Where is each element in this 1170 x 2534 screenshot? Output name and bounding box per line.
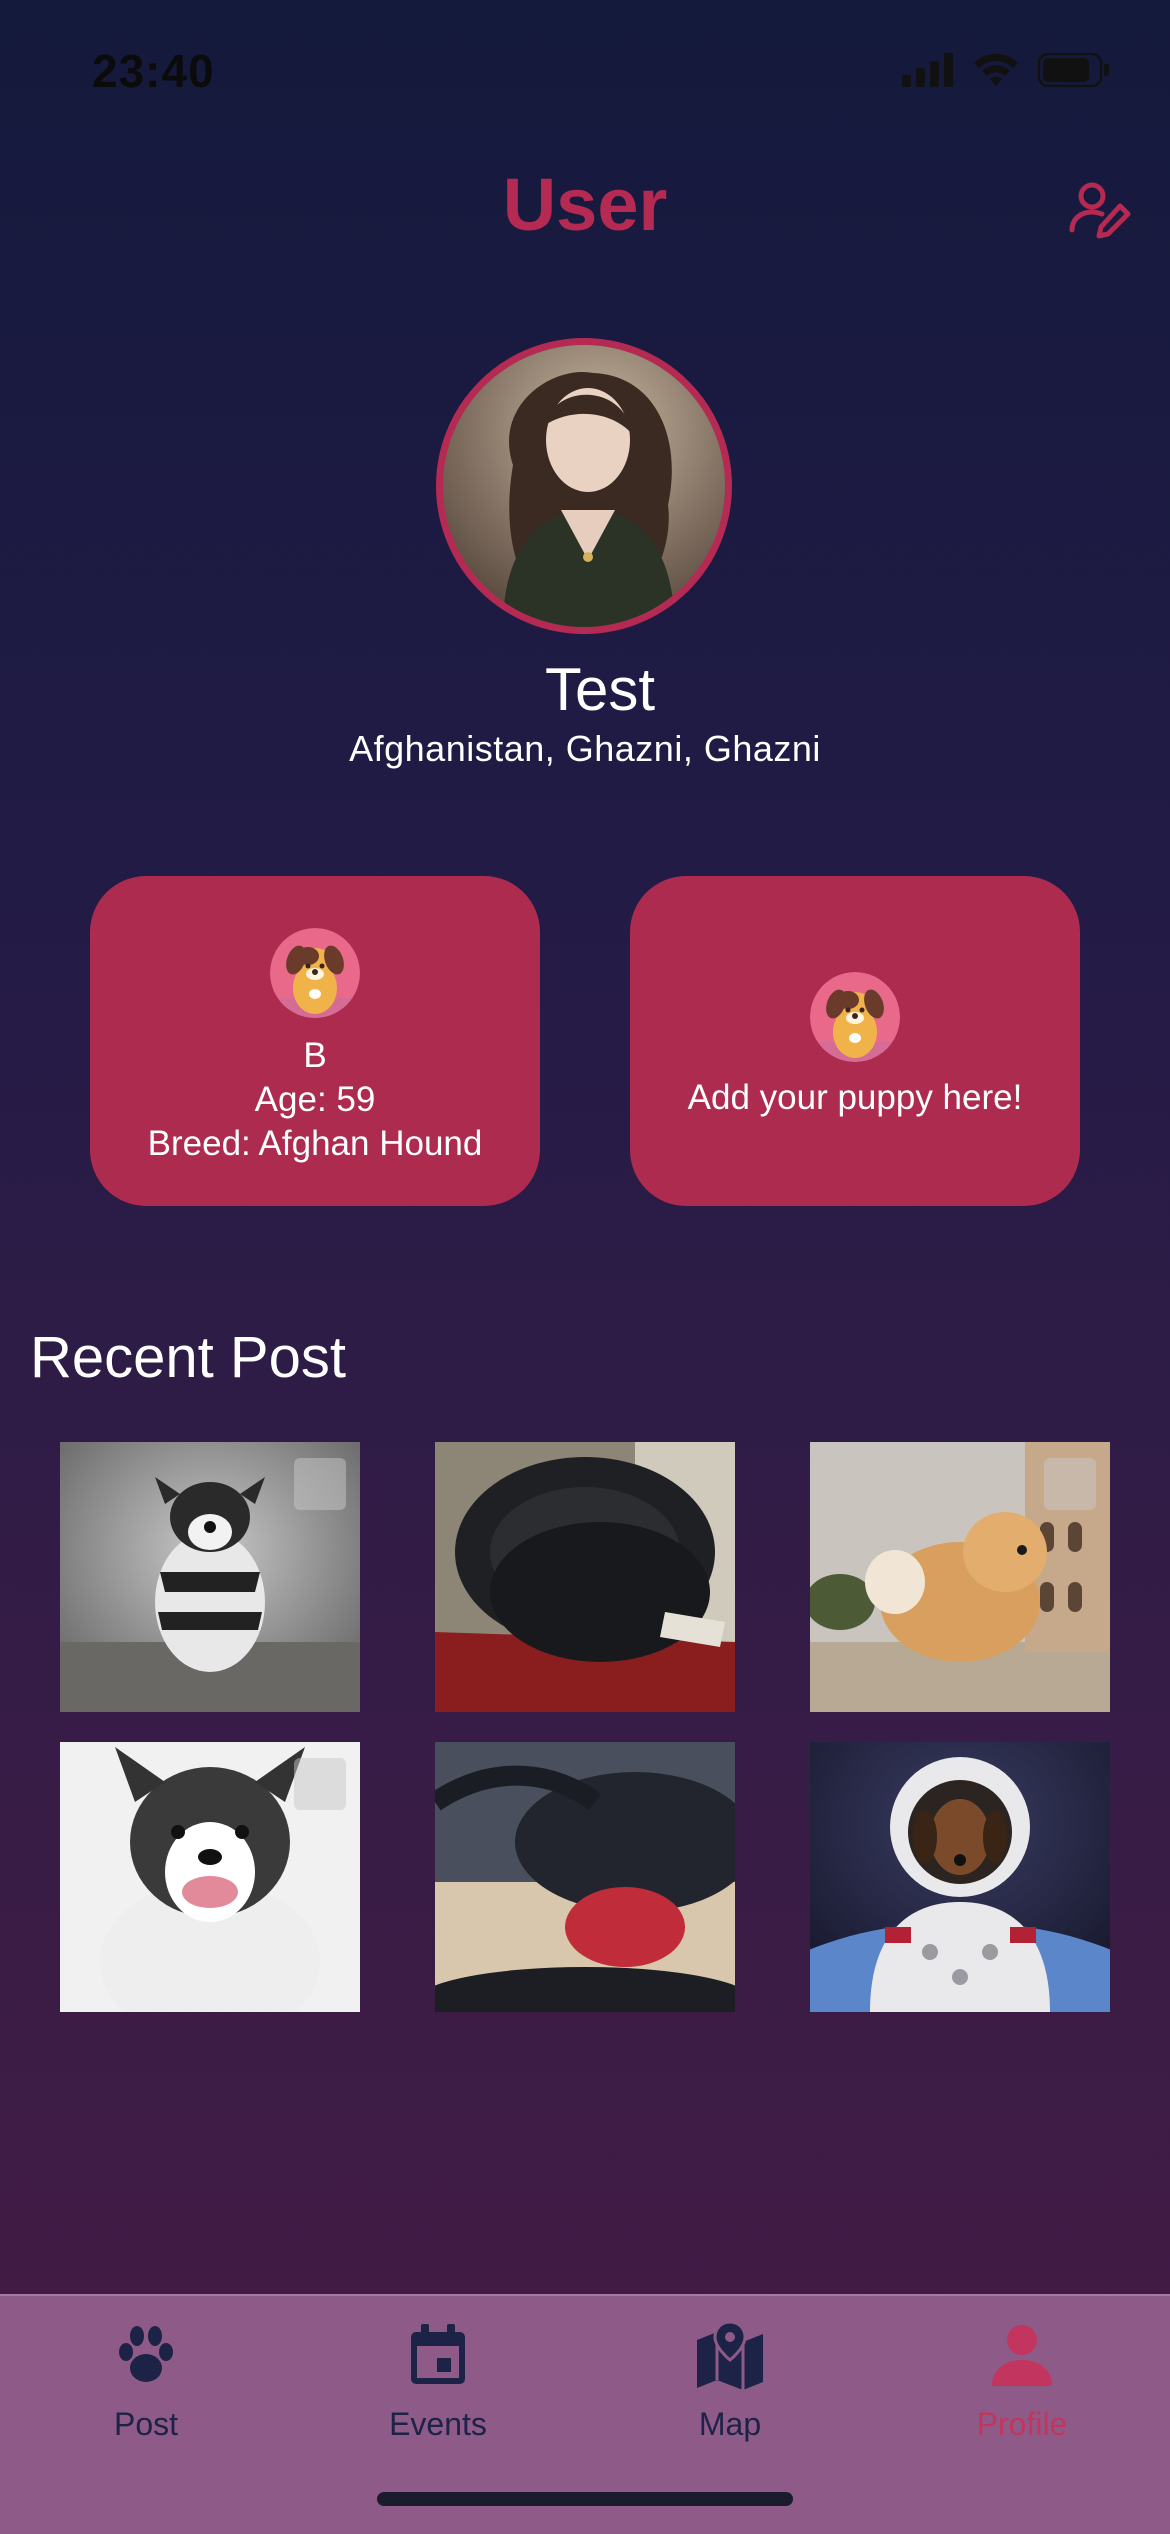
map-icon bbox=[697, 2320, 763, 2390]
puppy-avatar-icon bbox=[810, 972, 900, 1062]
person-icon bbox=[992, 2325, 1052, 2386]
nav-item-map[interactable]: Map bbox=[584, 2296, 876, 2456]
nav-item-post[interactable]: Post bbox=[0, 2296, 292, 2456]
multiple-images-icon bbox=[294, 1458, 346, 1510]
pet-name: B bbox=[303, 1036, 327, 1075]
recent-post-title: Recent Post bbox=[30, 1325, 346, 1390]
nav-item-profile[interactable]: Profile bbox=[876, 2296, 1168, 2456]
post-thumbnail[interactable] bbox=[810, 1442, 1110, 1712]
add-puppy-card[interactable]: Add your puppy here! bbox=[630, 876, 1080, 1206]
status-time: 23:40 bbox=[92, 45, 215, 97]
page-title: User bbox=[502, 163, 668, 246]
profile-avatar[interactable] bbox=[436, 338, 732, 634]
battery-icon bbox=[1038, 53, 1109, 87]
multiple-images-icon bbox=[1044, 1458, 1096, 1510]
user-name: Test bbox=[544, 656, 656, 723]
home-indicator bbox=[377, 2492, 793, 2506]
post-thumbnail[interactable] bbox=[60, 1742, 360, 2012]
post-thumbnail[interactable] bbox=[435, 1742, 735, 2012]
nav-label: Events bbox=[389, 2406, 487, 2442]
signal-icon bbox=[902, 53, 953, 87]
nav-label: Post bbox=[113, 2406, 179, 2442]
edit-profile-button[interactable] bbox=[1068, 178, 1132, 242]
nav-item-events[interactable]: Events bbox=[292, 2296, 584, 2456]
nav-label: Map bbox=[698, 2406, 762, 2442]
nav-label: Profile bbox=[976, 2406, 1068, 2442]
post-thumbnail[interactable] bbox=[810, 1742, 1110, 2012]
calendar-icon bbox=[411, 2324, 465, 2384]
edit-user-icon bbox=[1069, 182, 1131, 239]
multiple-images-icon bbox=[294, 1758, 346, 1810]
post-thumbnail[interactable] bbox=[60, 1442, 360, 1712]
status-icons bbox=[902, 52, 1110, 88]
pet-card[interactable]: B Age: 59 Breed: Afghan Hound bbox=[90, 876, 540, 1206]
pet-age: Age: 59 bbox=[254, 1080, 376, 1119]
post-thumbnail[interactable] bbox=[435, 1442, 735, 1712]
user-location: Afghanistan, Ghazni, Ghazni bbox=[349, 728, 821, 769]
puppy-avatar-icon bbox=[270, 928, 360, 1018]
paw-icon bbox=[119, 2326, 173, 2382]
wifi-icon bbox=[974, 53, 1018, 86]
pet-breed: Breed: Afghan Hound bbox=[147, 1124, 483, 1163]
add-puppy-label: Add your puppy here! bbox=[687, 1078, 1023, 1117]
